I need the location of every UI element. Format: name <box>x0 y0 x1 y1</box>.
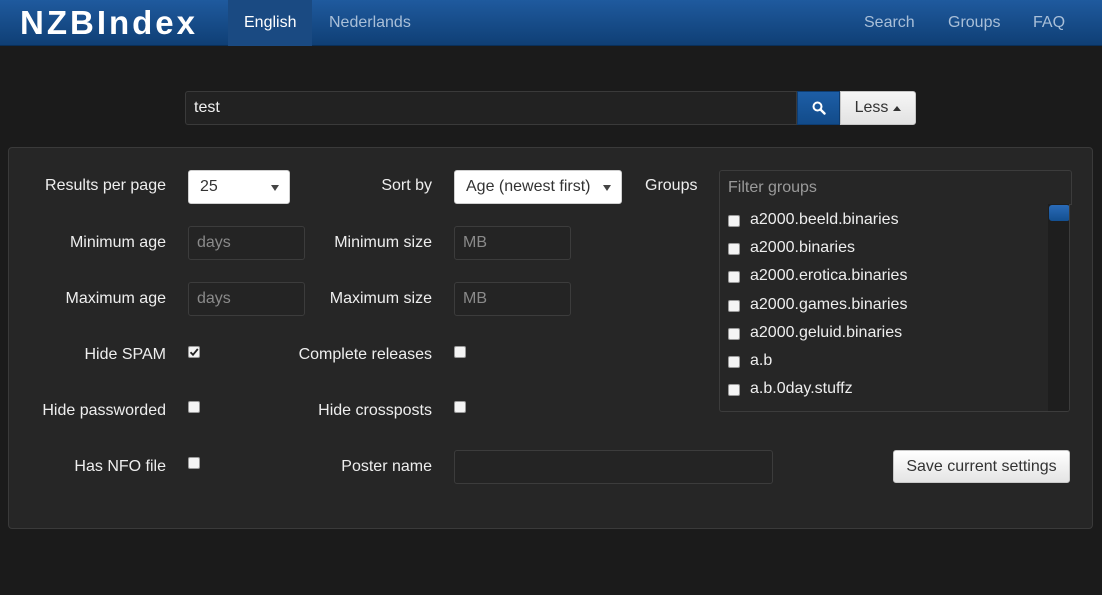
groups-scrollbar-thumb[interactable] <box>1049 205 1069 221</box>
sort-by-value: Age (newest first) <box>466 178 591 195</box>
group-item[interactable]: a2000.beeld.binaries <box>720 206 1048 234</box>
minimum-size-input[interactable] <box>454 226 571 260</box>
results-per-page-label: Results per page <box>45 177 166 194</box>
groups-list[interactable]: a2000.beeld.binaries a2000.binaries a200… <box>719 204 1070 412</box>
filter-groups-input[interactable] <box>719 170 1072 205</box>
chevron-down-icon <box>271 185 279 191</box>
sort-by-label: Sort by <box>381 177 432 194</box>
complete-releases-label: Complete releases <box>298 346 432 363</box>
minimum-age-input[interactable] <box>188 226 305 260</box>
group-name: a2000.binaries <box>750 239 855 256</box>
less-label: Less <box>854 99 889 116</box>
group-name: a2000.erotica.binaries <box>750 267 908 284</box>
search-input[interactable] <box>185 91 797 125</box>
group-item[interactable]: a2000.erotica.binaries <box>720 262 1048 290</box>
sort-by-select[interactable]: Age (newest first) <box>454 170 622 204</box>
group-name: a2000.games.binaries <box>750 296 908 313</box>
maximum-age-label: Maximum age <box>65 290 166 307</box>
group-checkbox[interactable] <box>728 271 740 283</box>
checkmark-icon <box>189 348 199 357</box>
group-checkbox[interactable] <box>728 215 740 227</box>
maximum-size-label: Maximum size <box>329 290 432 307</box>
group-name: a2000.beeld.binaries <box>750 211 899 228</box>
top-navbar: NZBIndex English Nederlands Search Group… <box>0 0 1102 46</box>
group-checkbox[interactable] <box>728 243 740 255</box>
search-icon <box>812 101 826 115</box>
group-item[interactable]: a.b <box>720 347 1048 375</box>
group-name: a2000.geluid.binaries <box>750 324 903 341</box>
results-per-page-value: 25 <box>200 178 218 195</box>
caret-up-icon <box>893 105 902 111</box>
group-name: a.b.0day.stuffz <box>750 380 853 397</box>
hide-crossposts-label: Hide crossposts <box>318 402 432 419</box>
hide-crossposts-checkbox[interactable] <box>454 401 466 413</box>
groups-label: Groups <box>645 177 698 194</box>
lang-nederlands[interactable]: Nederlands <box>313 0 427 46</box>
minimum-age-label: Minimum age <box>69 234 166 251</box>
search-button[interactable] <box>797 91 840 125</box>
complete-releases-checkbox[interactable] <box>454 346 466 358</box>
group-checkbox[interactable] <box>728 300 740 312</box>
group-item[interactable]: a.b.0day.stuffz <box>720 375 1048 403</box>
poster-name-input[interactable] <box>454 450 773 484</box>
groups-scrollbar[interactable] <box>1048 204 1069 411</box>
less-options-button[interactable]: Less <box>840 91 916 125</box>
poster-name-label: Poster name <box>341 458 432 475</box>
group-item[interactable]: a2000.geluid.binaries <box>720 319 1048 347</box>
nav-search-link[interactable]: Search <box>848 0 931 46</box>
group-checkbox[interactable] <box>728 356 740 368</box>
minimum-size-label: Minimum size <box>334 234 432 251</box>
hide-passworded-checkbox[interactable] <box>188 401 200 413</box>
group-item[interactable]: a2000.binaries <box>720 234 1048 262</box>
results-per-page-select[interactable]: 25 <box>188 170 290 204</box>
save-settings-button[interactable]: Save current settings <box>893 450 1070 483</box>
maximum-age-input[interactable] <box>188 282 305 316</box>
nav-groups-link[interactable]: Groups <box>932 0 1016 46</box>
hide-spam-checkbox[interactable] <box>188 346 200 358</box>
group-item[interactable]: a2000.games.binaries <box>720 291 1048 319</box>
has-nfo-checkbox[interactable] <box>188 457 200 469</box>
group-name: a.b <box>750 352 773 369</box>
brand-logo[interactable]: NZBIndex <box>20 4 198 42</box>
hide-spam-label: Hide SPAM <box>84 346 166 363</box>
group-checkbox[interactable] <box>728 328 740 340</box>
group-checkbox[interactable] <box>728 384 740 396</box>
nav-faq-link[interactable]: FAQ <box>1017 0 1081 46</box>
maximum-size-input[interactable] <box>454 282 571 316</box>
chevron-down-icon <box>603 185 611 191</box>
has-nfo-label: Has NFO file <box>74 458 166 475</box>
lang-english[interactable]: English <box>228 0 313 46</box>
hide-passworded-label: Hide passworded <box>42 402 166 419</box>
